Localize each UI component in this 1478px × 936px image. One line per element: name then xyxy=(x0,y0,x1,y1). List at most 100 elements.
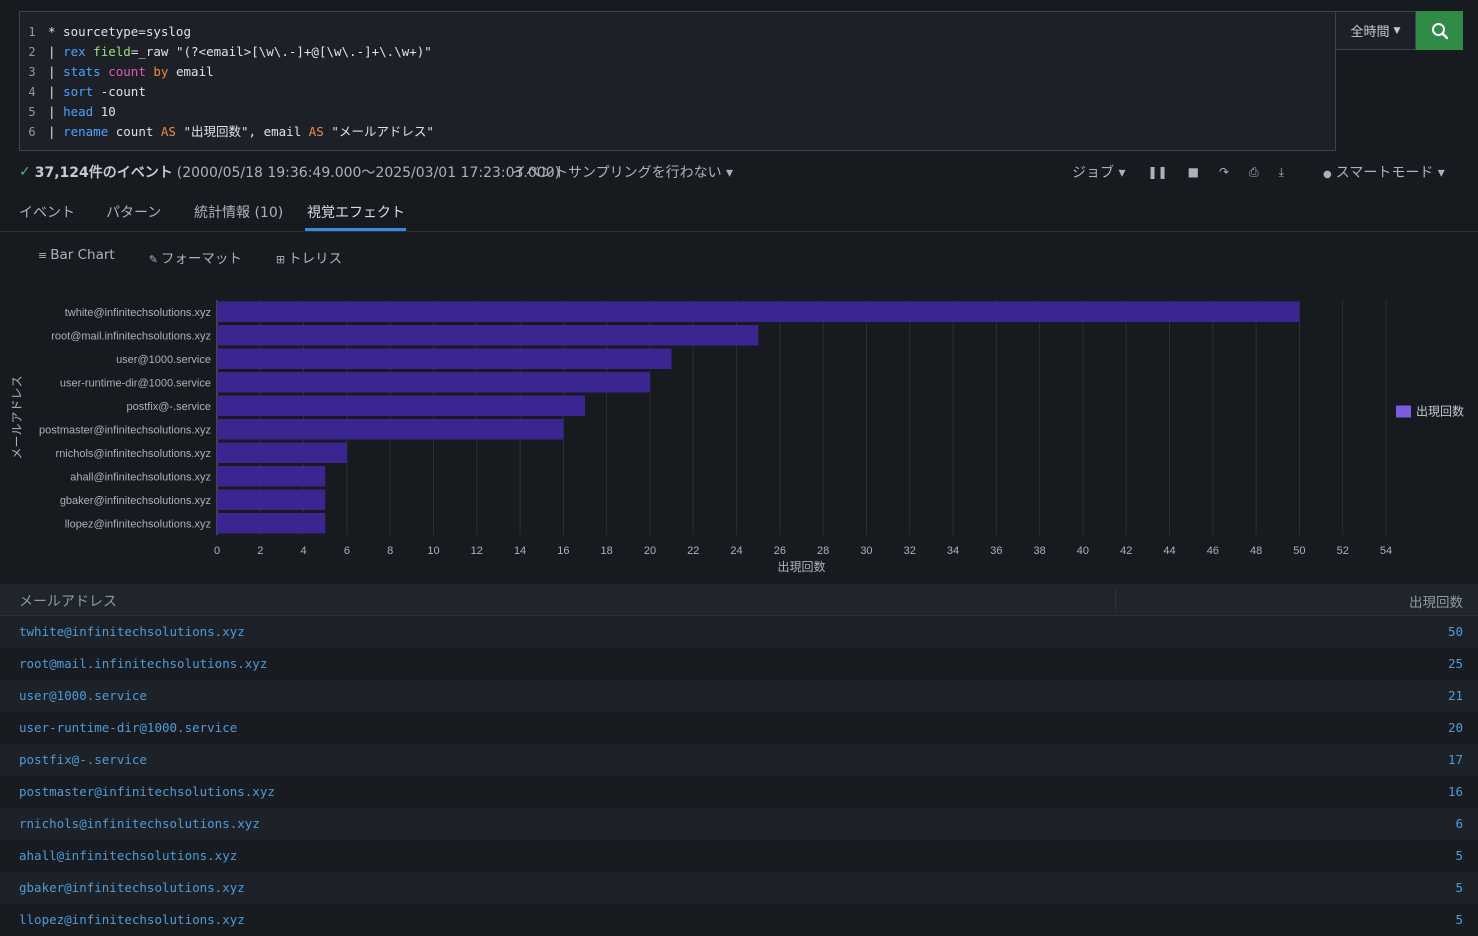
stop-icon[interactable]: ■ xyxy=(1188,165,1199,179)
search-query-code[interactable]: * sourcetype=syslog | rex field=_raw "(?<… xyxy=(48,22,434,142)
tab-patterns[interactable]: パターン xyxy=(106,202,161,222)
query-line[interactable]: * sourcetype=syslog xyxy=(48,22,434,42)
column-divider xyxy=(1115,588,1116,614)
job-menu[interactable]: ジョブ ▾ xyxy=(1072,162,1125,182)
y-category-label: ahall@infinitechsolutions.xyz xyxy=(70,471,211,483)
email-cell[interactable]: root@mail.infinitechsolutions.xyz xyxy=(19,656,267,671)
table-row: rnichols@infinitechsolutions.xyz 6 xyxy=(0,808,1478,840)
bar xyxy=(217,419,564,440)
bar-chart-icon: ≡ xyxy=(38,249,48,262)
column-header-count[interactable]: 出現回数 xyxy=(1409,591,1463,611)
bar-chart: 0 2 4 6 8 10 12 14 16 18 20 22 24 26 28 30 32 34 36 38 40 42 4… xyxy=(0,280,1478,580)
x-tick-label: 32 xyxy=(904,545,916,557)
y-category-label: gbaker@infinitechsolutions.xyz xyxy=(60,495,211,507)
y-category-label: rnichols@infinitechsolutions.xyz xyxy=(56,448,211,460)
count-cell[interactable]: 5 xyxy=(1455,848,1463,863)
x-tick-label: 42 xyxy=(1120,545,1132,557)
chevron-down-icon: ▼ xyxy=(1393,25,1401,36)
email-cell[interactable]: postmaster@infinitechsolutions.xyz xyxy=(19,784,275,799)
count-cell[interactable]: 6 xyxy=(1455,816,1463,831)
trellis-button[interactable]: ⊞ トレリス xyxy=(276,247,342,267)
count-cell[interactable]: 5 xyxy=(1455,912,1463,927)
count-cell[interactable]: 5 xyxy=(1455,880,1463,895)
tab-events[interactable]: イベント xyxy=(19,202,75,222)
x-axis-title: 出現回数 xyxy=(777,559,825,574)
query-token: | xyxy=(48,64,64,79)
count-cell[interactable]: 21 xyxy=(1448,688,1463,703)
bar xyxy=(217,466,326,487)
x-tick-label: 38 xyxy=(1034,545,1046,557)
email-cell[interactable]: rnichols@infinitechsolutions.xyz xyxy=(19,816,260,831)
print-icon[interactable]: ⎙ xyxy=(1249,165,1259,180)
share-icon[interactable]: ↷ xyxy=(1219,165,1229,179)
count-cell[interactable]: 17 xyxy=(1448,752,1463,767)
y-axis-title: メールアドレス xyxy=(10,375,24,459)
x-tick-label: 46 xyxy=(1207,545,1219,557)
y-category-label: llopez@infinitechsolutions.xyz xyxy=(65,518,211,530)
x-tick-label: 12 xyxy=(471,545,483,557)
table-row: ahall@infinitechsolutions.xyz 5 xyxy=(0,840,1478,872)
query-token: sort xyxy=(63,84,94,99)
y-category-label: postfix@-.service xyxy=(126,401,211,413)
sampling-dropdown[interactable]: イベントサンプリングを行わない ▾ xyxy=(512,162,733,182)
column-header-email[interactable]: メールアドレス xyxy=(19,591,117,611)
job-status-bar: ✓ 37,124件のイベント (2000/05/18 19:36:49.000〜… xyxy=(0,151,1478,193)
count-cell[interactable]: 16 xyxy=(1448,784,1463,799)
x-tick-label: 14 xyxy=(514,545,526,557)
query-line[interactable]: | rex field=_raw "(?<email>[\w\.-]+@[\w\… xyxy=(48,42,434,62)
search-query-editor[interactable]: 1 2 3 4 5 6 * sourcetype=syslog | rex field=_r… xyxy=(19,11,1336,151)
query-line[interactable]: | head 10 xyxy=(48,102,434,122)
email-cell[interactable]: user@1000.service xyxy=(19,688,147,703)
query-token: -count xyxy=(93,84,146,99)
search-mode-dropdown[interactable]: ● スマートモード ▾ xyxy=(1323,162,1445,182)
bar xyxy=(217,301,1300,322)
query-line[interactable]: | sort -count xyxy=(48,82,434,102)
grid-icon: ⊞ xyxy=(275,253,286,266)
count-cell[interactable]: 20 xyxy=(1448,720,1463,735)
line-number: 5 xyxy=(28,105,36,119)
query-token: stats xyxy=(63,64,101,79)
query-token: rex xyxy=(63,44,86,59)
tab-statistics[interactable]: 統計情報 (10) xyxy=(194,202,283,222)
email-cell[interactable]: postfix@-.service xyxy=(19,752,147,767)
bar xyxy=(217,348,672,369)
table-body: twhite@infinitechsolutions.xyz 50 root@mai… xyxy=(0,616,1478,936)
x-tick-label: 0 xyxy=(214,545,220,557)
x-tick-label: 22 xyxy=(687,545,699,557)
chart-type-label: Bar Chart xyxy=(50,247,115,263)
chart-type-button[interactable]: ≡ Bar Chart xyxy=(38,247,115,267)
legend-swatch xyxy=(1396,405,1411,418)
table-header: メールアドレス 出現回数 xyxy=(0,584,1478,616)
tab-visualization[interactable]: 視覚エフェクト xyxy=(307,202,405,222)
export-icon[interactable]: ⤓ xyxy=(1279,165,1284,180)
count-cell[interactable]: 25 xyxy=(1448,656,1463,671)
email-cell[interactable]: ahall@infinitechsolutions.xyz xyxy=(19,848,237,863)
query-token: head xyxy=(63,104,94,119)
table-row: gbaker@infinitechsolutions.xyz 5 xyxy=(0,872,1478,904)
bar xyxy=(217,325,759,346)
format-label: フォーマット xyxy=(160,251,242,267)
table-row: twhite@infinitechsolutions.xyz 50 xyxy=(0,616,1478,648)
check-icon: ✓ xyxy=(19,164,31,180)
query-token: | xyxy=(48,44,64,59)
time-range-picker[interactable]: 全時間 ▼ xyxy=(1336,11,1416,50)
count-cell[interactable]: 50 xyxy=(1448,624,1463,639)
query-token: | xyxy=(48,84,64,99)
query-token: | xyxy=(48,104,64,119)
email-cell[interactable]: twhite@infinitechsolutions.xyz xyxy=(19,624,245,639)
query-line[interactable]: | stats count by email xyxy=(48,62,434,82)
email-cell[interactable]: user-runtime-dir@1000.service xyxy=(19,720,237,735)
email-cell[interactable]: gbaker@infinitechsolutions.xyz xyxy=(19,880,245,895)
x-tick-label: 6 xyxy=(344,545,350,557)
format-button[interactable]: ✎ フォーマット xyxy=(149,247,242,267)
search-icon xyxy=(1431,22,1448,39)
query-line[interactable]: | rename count AS "出現回数", email AS "メールア… xyxy=(48,122,434,142)
y-category-label: twhite@infinitechsolutions.xyz xyxy=(65,307,211,319)
x-tick-label: 34 xyxy=(947,545,959,557)
x-tick-label: 44 xyxy=(1163,545,1175,557)
pause-icon[interactable]: ❚❚ xyxy=(1147,165,1167,179)
event-count[interactable]: 37,124件のイベント xyxy=(35,162,173,182)
line-number: 1 xyxy=(28,25,36,39)
search-button[interactable] xyxy=(1416,11,1463,50)
email-cell[interactable]: llopez@infinitechsolutions.xyz xyxy=(19,912,245,927)
